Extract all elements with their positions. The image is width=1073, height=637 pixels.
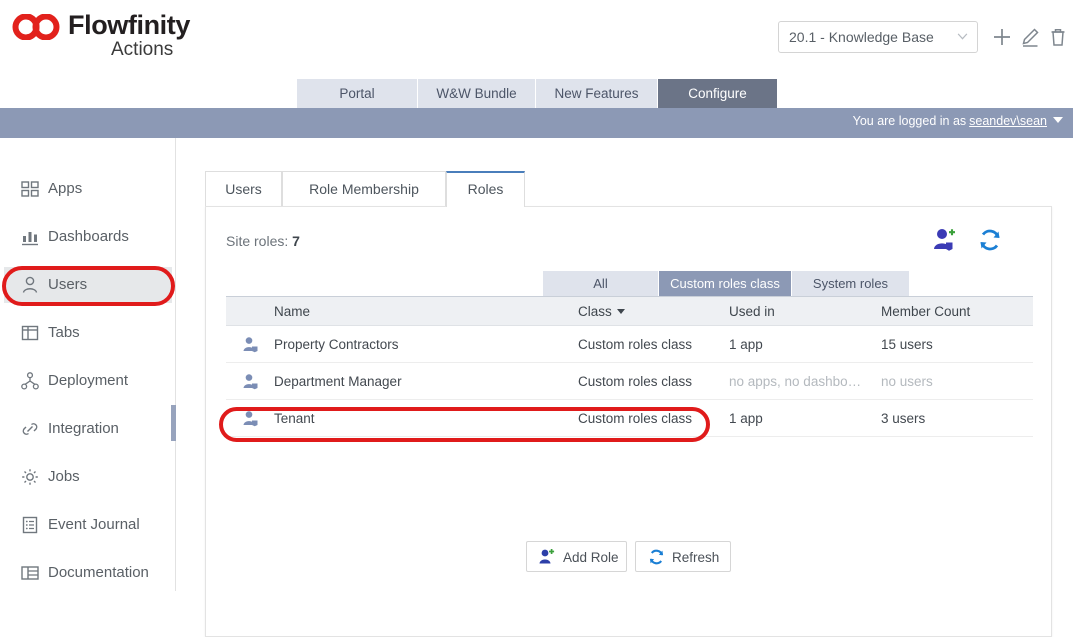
nav-tab-ww-bundle[interactable]: W&W Bundle xyxy=(418,79,536,108)
refresh-button-label: Refresh xyxy=(672,550,720,565)
nav-tab-portal[interactable]: Portal xyxy=(297,79,418,108)
app-selector[interactable]: 20.1 - Knowledge Base xyxy=(778,21,978,53)
cell-used-in: no apps, no dashbo… xyxy=(729,374,862,389)
nav-tab-configure[interactable]: Configure xyxy=(658,79,777,108)
cell-member-count: 15 users xyxy=(881,337,933,352)
tab-role-membership[interactable]: Role Membership xyxy=(282,171,446,206)
role-user-icon xyxy=(243,411,258,427)
caret-down-icon xyxy=(616,309,625,314)
sidebar-item-label: Integration xyxy=(48,420,119,437)
table-row[interactable]: Property Contractors Custom roles class … xyxy=(226,326,1033,363)
sidebar-item-documentation[interactable]: Documentation xyxy=(4,555,172,591)
sidebar: Apps Dashboards Users Tabs Deployment In… xyxy=(0,138,176,591)
add-role-icon xyxy=(539,549,555,564)
logo-wordmark: Flowfinity xyxy=(68,10,190,40)
logged-in-bar: You are logged in as seandev\sean xyxy=(0,108,1073,138)
role-user-icon xyxy=(243,337,258,353)
network-nodes-icon xyxy=(21,372,39,390)
cell-class: Custom roles class xyxy=(578,337,693,352)
table-row[interactable]: Department Manager Custom roles class no… xyxy=(226,363,1033,400)
add-role-icon-button[interactable] xyxy=(931,227,959,253)
column-header-name[interactable]: Name xyxy=(274,304,310,319)
sidebar-item-label: Dashboards xyxy=(48,228,129,245)
layout-panel-icon xyxy=(21,325,39,341)
book-grid-icon xyxy=(21,566,39,580)
sidebar-item-jobs[interactable]: Jobs xyxy=(4,459,172,495)
column-header-class[interactable]: Class xyxy=(578,304,625,319)
column-header-used-in[interactable]: Used in xyxy=(729,304,775,319)
add-role-button[interactable]: Add Role xyxy=(526,541,627,572)
chevron-down-icon xyxy=(957,33,968,40)
journal-list-icon xyxy=(22,516,38,534)
sidebar-item-label: Tabs xyxy=(48,324,80,341)
logged-in-text: You are logged in as seandev\sean xyxy=(853,114,1063,128)
logged-in-username[interactable]: seandev\sean xyxy=(969,114,1047,128)
cell-class: Custom roles class xyxy=(578,411,693,426)
filter-all[interactable]: All xyxy=(543,271,659,296)
flowfinity-rings-icon xyxy=(12,14,60,40)
sidebar-item-dashboards[interactable]: Dashboards xyxy=(4,219,172,255)
logged-in-prefix: You are logged in as xyxy=(852,114,967,128)
filter-custom-roles-class[interactable]: Custom roles class xyxy=(659,271,792,296)
sidebar-item-label: Apps xyxy=(48,180,83,197)
column-header-member-count[interactable]: Member Count xyxy=(881,304,970,319)
app-logo: Flowfinity Actions xyxy=(8,6,308,68)
sidebar-item-tabs[interactable]: Tabs xyxy=(4,315,172,351)
role-user-icon xyxy=(243,374,258,390)
sidebar-item-users[interactable]: Users xyxy=(4,267,172,303)
logo-subtitle: Actions xyxy=(111,39,174,60)
pencil-icon[interactable] xyxy=(1019,26,1041,48)
cell-member-count: 3 users xyxy=(881,411,926,426)
sidebar-item-label: Users xyxy=(48,276,88,293)
main-content: Users Role Membership Roles Site roles: … xyxy=(176,138,1073,637)
cell-class: Custom roles class xyxy=(578,374,693,389)
tab-roles[interactable]: Roles xyxy=(446,171,525,207)
roles-card: Site roles: 7 All Custom roles class Sys… xyxy=(205,206,1052,637)
refresh-button[interactable]: Refresh xyxy=(635,541,731,572)
app-selector-value: 20.1 - Knowledge Base xyxy=(789,29,934,45)
sidebar-item-label: Event Journal xyxy=(48,516,140,533)
sidebar-item-event-journal[interactable]: Event Journal xyxy=(4,507,172,543)
add-role-button-label: Add Role xyxy=(563,550,619,565)
cell-name: Tenant xyxy=(274,411,315,426)
cell-member-count: no users xyxy=(881,374,933,389)
caret-down-icon[interactable] xyxy=(1053,117,1063,123)
site-roles-value: 7 xyxy=(292,233,300,249)
sidebar-item-label: Documentation xyxy=(48,564,149,581)
cell-name: Property Contractors xyxy=(274,337,399,352)
trash-icon[interactable] xyxy=(1047,26,1069,48)
sidebar-item-apps[interactable]: Apps xyxy=(4,171,172,207)
plus-icon[interactable] xyxy=(991,26,1013,48)
filter-system-roles[interactable]: System roles xyxy=(792,271,909,296)
cell-used-in: 1 app xyxy=(729,411,763,426)
primary-nav-tabs: Portal W&W Bundle New Features Configure xyxy=(0,79,1073,109)
nav-tab-new-features[interactable]: New Features xyxy=(536,79,658,108)
site-roles-count: Site roles: 7 xyxy=(226,233,300,249)
cell-used-in: 1 app xyxy=(729,337,763,352)
top-header: Flowfinity Actions 20.1 - Knowledge Base xyxy=(0,0,1073,78)
site-roles-label: Site roles: xyxy=(226,233,289,249)
table-row[interactable]: Tenant Custom roles class 1 app 3 users xyxy=(226,400,1033,437)
link-icon xyxy=(22,423,38,435)
sidebar-item-label: Deployment xyxy=(48,372,129,389)
gear-icon xyxy=(22,469,38,485)
tab-users[interactable]: Users xyxy=(205,171,282,206)
bar-chart-icon xyxy=(22,232,38,246)
sidebar-item-label: Jobs xyxy=(48,468,80,485)
cell-name: Department Manager xyxy=(274,374,402,389)
refresh-icon xyxy=(649,549,664,565)
sidebar-item-integration[interactable]: Integration xyxy=(4,411,172,447)
table-header: Name Class Used in Member Count xyxy=(226,296,1033,326)
grid-icon xyxy=(21,181,39,197)
refresh-icon-button[interactable] xyxy=(976,227,1004,253)
user-icon xyxy=(22,276,38,293)
sidebar-item-deployment[interactable]: Deployment xyxy=(4,363,172,399)
column-header-class-label: Class xyxy=(578,304,612,319)
